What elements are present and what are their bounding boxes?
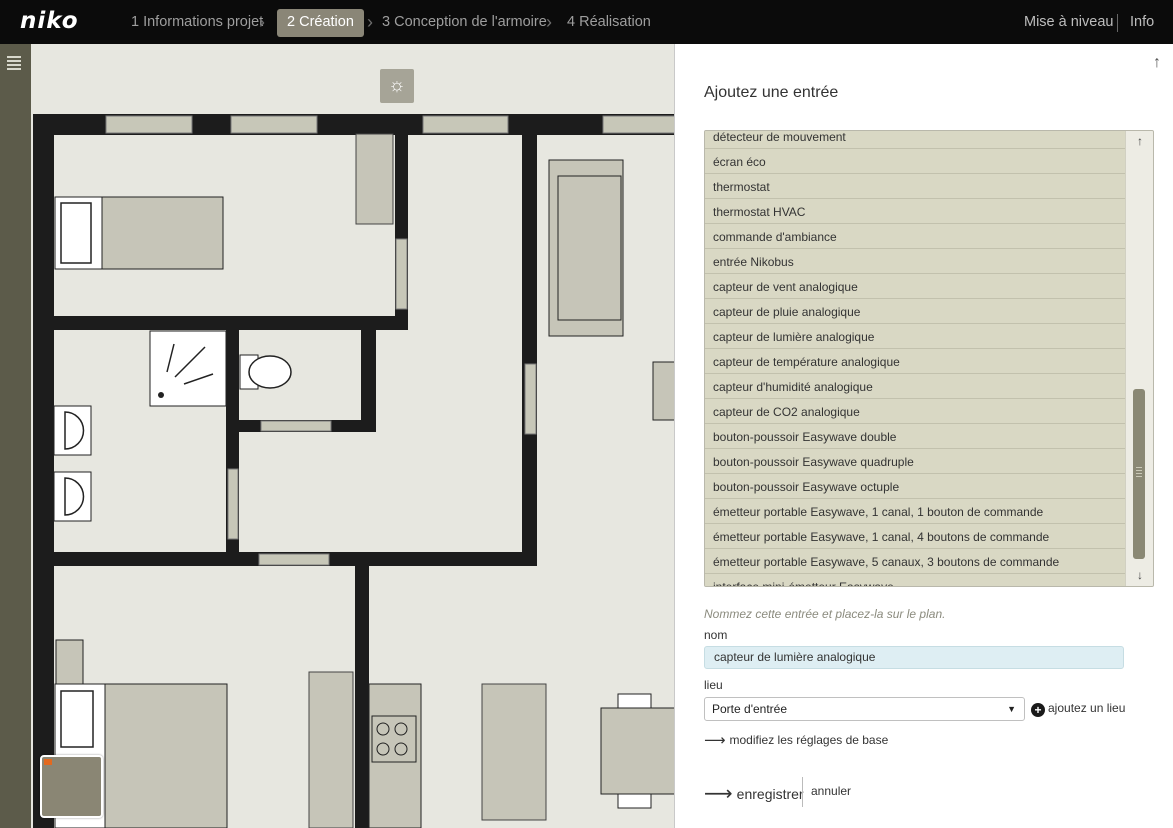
list-item[interactable]: capteur de CO2 analogique <box>705 399 1126 424</box>
scroll-thumb[interactable] <box>1133 389 1145 559</box>
step-creation[interactable]: 2 Création <box>277 9 364 37</box>
upgrade-link[interactable]: Mise à niveau <box>1024 9 1113 37</box>
plus-circle-icon: + <box>1031 703 1045 717</box>
name-label: nom <box>704 628 728 642</box>
list-item[interactable]: émetteur portable Easywave, 1 canal, 4 b… <box>705 524 1126 549</box>
list-item[interactable]: entrée Nikobus <box>705 249 1126 274</box>
top-bar: niko 1 Informations projet › 2 Création … <box>0 0 1173 44</box>
list-item[interactable]: capteur de température analogique <box>705 349 1126 374</box>
name-input[interactable]: capteur de lumière analogique <box>704 646 1124 669</box>
minimap[interactable] <box>40 755 103 818</box>
list-item[interactable]: émetteur portable Easywave, 5 canaux, 3 … <box>705 549 1126 574</box>
add-location-label: ajoutez un lieu <box>1048 701 1126 715</box>
location-label: lieu <box>704 678 723 692</box>
list-item[interactable]: interface mini-émetteur Easywave <box>705 574 1126 586</box>
modify-settings-label: modifiez les réglages de base <box>729 733 889 747</box>
add-location-button[interactable]: + ajoutez un lieu <box>1031 701 1125 717</box>
info-link[interactable]: Info <box>1130 9 1154 37</box>
save-button[interactable]: ⟶ enregistrer <box>704 781 804 806</box>
instruction-hint: Nommez cette entrée et placez-la sur le … <box>704 607 946 621</box>
left-toolbar <box>0 44 31 828</box>
location-select[interactable]: Porte d'entrée ▼ <box>704 697 1025 721</box>
list-item[interactable]: thermostat <box>705 174 1126 199</box>
chevron-right-icon: › <box>546 12 552 32</box>
save-label: enregistrer <box>736 786 804 802</box>
scroll-up-icon[interactable]: ↑ <box>1126 134 1153 148</box>
step-realisation[interactable]: 4 Réalisation <box>567 9 651 37</box>
list-item[interactable]: capteur de pluie analogique <box>705 299 1126 324</box>
modify-settings-link[interactable]: ⟶ modifiez les réglages de base <box>704 731 888 749</box>
panel-title: Ajoutez une entrée <box>704 84 839 101</box>
arrow-right-icon: ⟶ <box>704 783 733 805</box>
list-item[interactable]: bouton-poussoir Easywave double <box>705 424 1126 449</box>
list-menu-icon[interactable] <box>7 56 21 74</box>
floor-plan[interactable]: ☼ <box>31 44 674 828</box>
list-item[interactable]: capteur d'humidité analogique <box>705 374 1126 399</box>
chevron-right-icon: › <box>259 12 265 32</box>
list-item[interactable]: bouton-poussoir Easywave quadruple <box>705 449 1126 474</box>
list-scrollbar[interactable]: ↑ ↓ <box>1125 131 1153 586</box>
list-item[interactable]: commande d'ambiance <box>705 224 1126 249</box>
divider <box>802 777 803 807</box>
step-informations-projet[interactable]: 1 Informations projet <box>131 9 263 37</box>
minimap-viewport-marker <box>44 759 52 765</box>
arrow-up-icon[interactable]: ↑ <box>1153 54 1161 72</box>
list-item[interactable]: écran éco <box>705 149 1126 174</box>
grip-icon <box>1136 467 1142 479</box>
floor-plan-drawing <box>33 114 674 828</box>
list-items: détecteur de mouvement écran éco thermos… <box>705 131 1126 586</box>
sun-icon[interactable]: ☼ <box>380 69 414 103</box>
location-selected-value: Porte d'entrée <box>712 702 788 716</box>
input-type-list[interactable]: détecteur de mouvement écran éco thermos… <box>704 130 1154 587</box>
list-item[interactable]: capteur de lumière analogique <box>705 324 1126 349</box>
list-item[interactable]: détecteur de mouvement <box>705 131 1126 149</box>
cancel-button[interactable]: annuler <box>811 784 851 798</box>
add-input-panel: ↑ Ajoutez une entrée détecteur de mouvem… <box>674 44 1173 828</box>
arrow-right-icon: ⟶ <box>704 732 726 749</box>
scroll-down-icon[interactable]: ↓ <box>1126 568 1153 582</box>
list-item[interactable]: capteur de vent analogique <box>705 274 1126 299</box>
step-conception-armoire[interactable]: 3 Conception de l'armoire <box>382 9 547 37</box>
list-item[interactable]: bouton-poussoir Easywave octuple <box>705 474 1126 499</box>
niko-logo[interactable]: niko <box>20 8 79 34</box>
caret-down-icon: ▼ <box>1007 704 1016 714</box>
divider <box>1117 14 1118 32</box>
list-item[interactable]: thermostat HVAC <box>705 199 1126 224</box>
chevron-right-icon: › <box>367 12 373 32</box>
list-item[interactable]: émetteur portable Easywave, 1 canal, 1 b… <box>705 499 1126 524</box>
